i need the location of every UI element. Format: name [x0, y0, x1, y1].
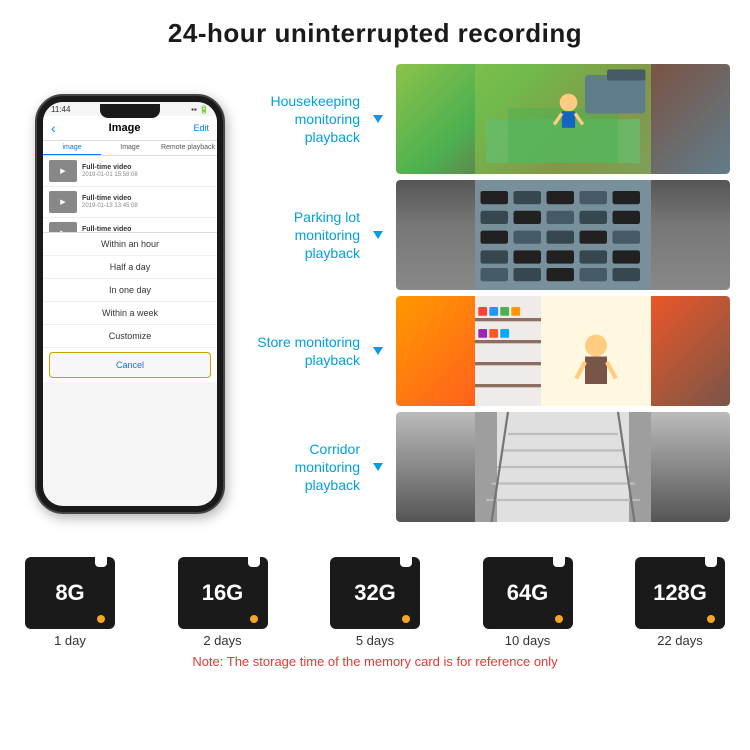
arrow-tip-1: [373, 115, 383, 123]
sd-label-16g: 16G: [202, 580, 244, 606]
screen-navbar: ‹ Image Edit: [43, 116, 217, 141]
phone-section: 11:44 ▪▪ 🔋 ‹ Image Edit image Image Remo…: [20, 59, 240, 549]
dropdown-item-4[interactable]: Within a week: [43, 302, 217, 325]
sd-days-32g: 5 days: [356, 633, 394, 648]
sd-card-icon-16g: 16G: [178, 557, 268, 629]
monitor-arrow-2: [368, 231, 388, 239]
store-photo: [396, 296, 730, 406]
bottom-section: 8G 1 day 16G 2 days 32G 5 days 64G 10 da…: [0, 549, 750, 669]
video-title-1: Full-time video: [82, 164, 138, 171]
video-list-item: Full-time video 2019-01-01 15:58:08: [43, 156, 217, 187]
sd-card-item-128g: 128G 22 days: [635, 557, 725, 648]
monitor-img-4: [396, 412, 730, 522]
tab-remote[interactable]: Remote playback: [159, 141, 217, 155]
nav-edit[interactable]: Edit: [193, 123, 209, 133]
arrow-tip-2: [373, 231, 383, 239]
phone-status-icons: ▪▪ 🔋: [191, 105, 209, 114]
phone-mockup: 11:44 ▪▪ 🔋 ‹ Image Edit image Image Remo…: [35, 94, 225, 514]
phone-screen: 11:44 ▪▪ 🔋 ‹ Image Edit image Image Remo…: [43, 102, 217, 506]
monitor-label-4: Corridor monitoringplayback: [250, 440, 360, 495]
monitor-row-1: Housekeepingmonitoring playback: [250, 64, 730, 174]
page-header: 24-hour uninterrupted recording: [0, 0, 750, 59]
dropdown-item-2[interactable]: Half a day: [43, 256, 217, 279]
sd-notch-32g: [400, 557, 412, 567]
housekeeping-svg: [396, 64, 730, 174]
monitor-arrow-1: [368, 115, 388, 123]
sd-card-icon-32g: 32G: [330, 557, 420, 629]
corridor-svg: [396, 412, 730, 522]
sd-notch-8g: [95, 557, 107, 567]
sd-cards-row: 8G 1 day 16G 2 days 32G 5 days 64G 10 da…: [25, 557, 725, 648]
dropdown-cancel[interactable]: Cancel: [49, 352, 211, 378]
parking-svg: [396, 180, 730, 290]
sd-card-icon-8g: 8G: [25, 557, 115, 629]
monitor-label-2: Parking lotmonitoring playback: [250, 208, 360, 263]
parking-photo: [396, 180, 730, 290]
video-info-1: Full-time video 2019-01-01 15:58:08: [82, 164, 138, 178]
monitor-img-1: [396, 64, 730, 174]
dropdown-item-3[interactable]: In one day: [43, 279, 217, 302]
sd-days-8g: 1 day: [54, 633, 86, 648]
video-date-2: 2019-01-13 13:45:08: [82, 203, 138, 209]
monitor-arrow-4: [368, 463, 388, 471]
housekeeping-photo: [396, 64, 730, 174]
phone-notch: [100, 104, 160, 118]
monitor-row-2: Parking lotmonitoring playback: [250, 180, 730, 290]
arrow-tip-4: [373, 463, 383, 471]
sd-card-icon-128g: 128G: [635, 557, 725, 629]
screen-tabs: image Image Remote playback: [43, 141, 217, 156]
video-title-2: Full-time video: [82, 195, 138, 202]
sd-label-8g: 8G: [55, 580, 84, 606]
video-info-2: Full-time video 2019-01-13 13:45:08: [82, 195, 138, 209]
dropdown-item-1[interactable]: Within an hour: [43, 233, 217, 256]
sd-days-64g: 10 days: [505, 633, 551, 648]
sd-label-128g: 128G: [653, 580, 707, 606]
sd-card-item-8g: 8G 1 day: [25, 557, 115, 648]
sd-notch-64g: [553, 557, 565, 567]
monitor-img-3: [396, 296, 730, 406]
store-svg: [396, 296, 730, 406]
video-list-item-2: Full-time video 2019-01-13 13:45:08: [43, 187, 217, 218]
sd-label-64g: 64G: [507, 580, 549, 606]
monitor-img-2: [396, 180, 730, 290]
note-text: Note: The storage time of the memory car…: [25, 654, 725, 669]
monitor-label-3: Store monitoringplayback: [250, 333, 360, 369]
sd-card-item-64g: 64G 10 days: [483, 557, 573, 648]
arrow-tip-3: [373, 347, 383, 355]
nav-back[interactable]: ‹: [51, 120, 56, 136]
page-title: 24-hour uninterrupted recording: [20, 18, 730, 49]
phone-time: 11:44: [51, 105, 70, 114]
nav-title: Image: [109, 122, 141, 134]
dropdown-overlay: Within an hour Half a day In one day Wit…: [43, 232, 217, 382]
dropdown-item-5[interactable]: Customize: [43, 325, 217, 348]
sd-notch-16g: [248, 557, 260, 567]
tab-image[interactable]: image: [43, 141, 101, 155]
sd-card-icon-64g: 64G: [483, 557, 573, 629]
sd-days-16g: 2 days: [203, 633, 241, 648]
video-thumb-1: [49, 160, 77, 182]
monitor-row-4: Corridor monitoringplayback: [250, 412, 730, 522]
video-thumb-2: [49, 191, 77, 213]
monitor-row-3: Store monitoringplayback: [250, 296, 730, 406]
monitor-arrow-3: [368, 347, 388, 355]
monitor-label-1: Housekeepingmonitoring playback: [250, 92, 360, 147]
sd-notch-128g: [705, 557, 717, 567]
sd-card-item-16g: 16G 2 days: [178, 557, 268, 648]
sd-days-128g: 22 days: [657, 633, 703, 648]
video-date-1: 2019-01-01 15:58:08: [82, 172, 138, 178]
sd-card-item-32g: 32G 5 days: [330, 557, 420, 648]
right-panel: Housekeepingmonitoring playback: [250, 59, 730, 549]
corridor-photo: [396, 412, 730, 522]
tab-image2[interactable]: Image: [101, 141, 159, 155]
main-content: 11:44 ▪▪ 🔋 ‹ Image Edit image Image Remo…: [0, 59, 750, 549]
sd-label-32g: 32G: [354, 580, 396, 606]
